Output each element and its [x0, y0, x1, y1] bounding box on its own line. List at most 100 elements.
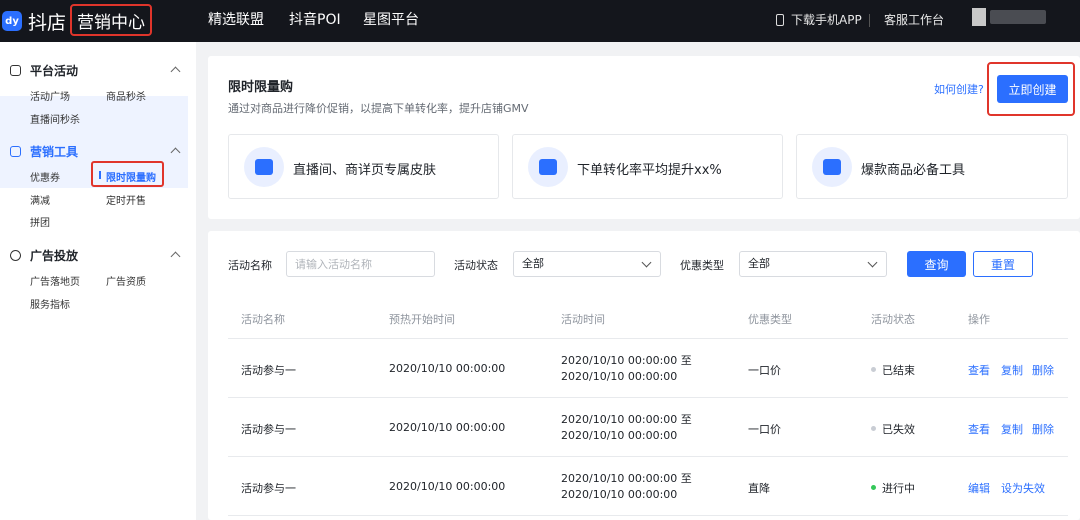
service-desk-link[interactable]: 客服工作台: [884, 0, 944, 42]
sidebar-item-ad-landing-page[interactable]: 广告落地页: [30, 273, 80, 288]
status-dot: [871, 426, 876, 431]
cell-preheat-time: 2020/10/10 00:00:00: [389, 480, 506, 493]
column-header-name: 活动名称: [241, 313, 285, 326]
sidebar-item-scheduled-sale[interactable]: 定时开售: [106, 192, 146, 207]
activity-status-select[interactable]: 全部: [513, 251, 661, 277]
sidebar-item-group-buy[interactable]: 拼团: [30, 214, 50, 229]
sidebar-item-flash-sale[interactable]: 商品秒杀: [106, 88, 146, 103]
cell-preheat-time: 2020/10/10 00:00:00: [389, 421, 506, 434]
activity-status-value: 全部: [522, 257, 544, 270]
shopping-cart-icon: [244, 147, 284, 187]
status-dot: [871, 367, 876, 372]
avatar[interactable]: [972, 8, 986, 26]
view-link[interactable]: 查看: [968, 421, 990, 437]
cell-discount-type: 一口价: [748, 364, 781, 377]
nav-item-star-map[interactable]: 星图平台: [363, 0, 419, 42]
activity-name-input[interactable]: [286, 251, 435, 277]
sidebar-group-advertising[interactable]: 广告投放: [0, 243, 196, 267]
column-header-preheat-time: 预热开始时间: [389, 313, 455, 326]
toolbox-icon: [10, 146, 21, 157]
nav-item-douyin-poi[interactable]: 抖音POI: [289, 0, 341, 42]
row-divider: [228, 456, 1068, 457]
marketing-center-title[interactable]: 营销中心: [70, 4, 152, 36]
sidebar-group-title: 营销工具: [30, 144, 79, 159]
column-header-actions: 操作: [968, 313, 990, 326]
chevron-down-icon: [867, 257, 878, 268]
column-header-activity-time: 活动时间: [561, 313, 605, 326]
nav-item-selected-alliance[interactable]: 精选联盟: [208, 0, 264, 42]
cell-time-end: 2020/10/10 00:00:00: [561, 488, 678, 501]
sidebar-item-coupon[interactable]: 优惠券: [30, 169, 60, 184]
account-name-blurred[interactable]: [990, 10, 1046, 24]
sidebar-group-title: 广告投放: [30, 248, 79, 263]
shield-icon: [10, 65, 21, 76]
cell-name: 活动参与一: [241, 364, 296, 377]
page-title: 限时限量购: [228, 80, 294, 95]
view-link[interactable]: 查看: [968, 362, 990, 378]
chevron-up-icon[interactable]: [170, 147, 181, 158]
cell-time-start: 2020/10/10 00:00:00 至: [561, 472, 692, 485]
reset-button[interactable]: 重置: [973, 251, 1033, 277]
sidebar-item-service-metrics[interactable]: 服务指标: [30, 296, 70, 311]
activity-name-label: 活动名称: [228, 259, 272, 272]
row-divider: [228, 397, 1068, 398]
chart-growth-icon: [528, 147, 568, 187]
sidebar-item-limited-time-purchase[interactable]: 限时限量购: [106, 169, 156, 184]
copy-link[interactable]: 复制: [1001, 421, 1023, 437]
column-header-status: 活动状态: [871, 313, 915, 326]
activity-status-label: 活动状态: [454, 259, 498, 272]
discount-type-select[interactable]: 全部: [739, 251, 887, 277]
feature-text: 直播间、商详页专属皮肤: [293, 163, 437, 178]
sidebar-group-title: 平台活动: [30, 63, 79, 78]
status-badge: 已结束: [882, 364, 915, 377]
discount-type-label: 优惠类型: [680, 259, 724, 272]
copy-link[interactable]: 复制: [1001, 362, 1023, 378]
sidebar-group-marketing-tools[interactable]: 营销工具: [0, 139, 196, 163]
mobile-phone-icon: [776, 14, 784, 26]
cell-name: 活动参与一: [241, 482, 296, 495]
feature-text: 下单转化率平均提升xx%: [577, 163, 722, 178]
feature-card-conversion: 下单转化率平均提升xx%: [512, 134, 783, 199]
sidebar-group-platform-activity[interactable]: 平台活动: [0, 58, 196, 82]
discount-type-value: 全部: [748, 257, 770, 270]
sidebar-item-activity-plaza[interactable]: 活动广场: [30, 88, 70, 103]
sidebar-item-live-flash-sale[interactable]: 直播间秒杀: [30, 111, 80, 126]
row-divider: [228, 515, 1068, 516]
logo[interactable]: dy 抖店: [0, 8, 66, 34]
logo-text: 抖店: [28, 11, 67, 34]
delete-link[interactable]: 删除: [1032, 421, 1054, 437]
feature-card-hot-product: 爆款商品必备工具: [796, 134, 1068, 199]
row-divider: [228, 338, 1068, 339]
sidebar-item-full-reduction[interactable]: 满减: [30, 192, 50, 207]
edit-link[interactable]: 编辑: [968, 480, 990, 496]
cell-discount-type: 直降: [748, 482, 770, 495]
chevron-up-icon[interactable]: [170, 66, 181, 77]
cell-time-start: 2020/10/10 00:00:00 至: [561, 413, 692, 426]
cell-time-end: 2020/10/10 00:00:00: [561, 370, 678, 383]
cell-preheat-time: 2020/10/10 00:00:00: [389, 362, 506, 375]
top-navigation-bar: dy 抖店 营销中心 精选联盟 抖音POI 星图平台 下载手机APP 客服工作台: [0, 0, 1080, 42]
page-description: 通过对商品进行降价促销，以提高下单转化率，提升店铺GMV: [228, 102, 529, 115]
target-icon: [10, 250, 21, 261]
feature-text: 爆款商品必备工具: [861, 163, 966, 178]
chevron-up-icon[interactable]: [170, 251, 181, 262]
download-app-link[interactable]: 下载手机APP: [791, 0, 862, 42]
cell-time-start: 2020/10/10 00:00:00 至: [561, 354, 692, 367]
delete-link[interactable]: 删除: [1032, 362, 1054, 378]
how-to-create-link[interactable]: 如何创建?: [934, 81, 984, 97]
query-button[interactable]: 查询: [907, 251, 966, 277]
status-badge: 已失效: [882, 423, 915, 436]
cell-discount-type: 一口价: [748, 423, 781, 436]
feature-card-exclusive-skin: 直播间、商详页专属皮肤: [228, 134, 499, 199]
cell-name: 活动参与一: [241, 423, 296, 436]
status-badge: 进行中: [882, 482, 915, 495]
active-indicator: [99, 171, 101, 179]
divider: [869, 14, 870, 27]
cell-time-end: 2020/10/10 00:00:00: [561, 429, 678, 442]
set-invalid-link[interactable]: 设为失效: [1001, 480, 1045, 496]
create-button-highlight: [987, 62, 1075, 116]
status-dot: [871, 485, 876, 490]
shopping-bag-icon: [812, 147, 852, 187]
chevron-down-icon: [641, 257, 652, 268]
sidebar-item-ad-qualification[interactable]: 广告资质: [106, 273, 146, 288]
